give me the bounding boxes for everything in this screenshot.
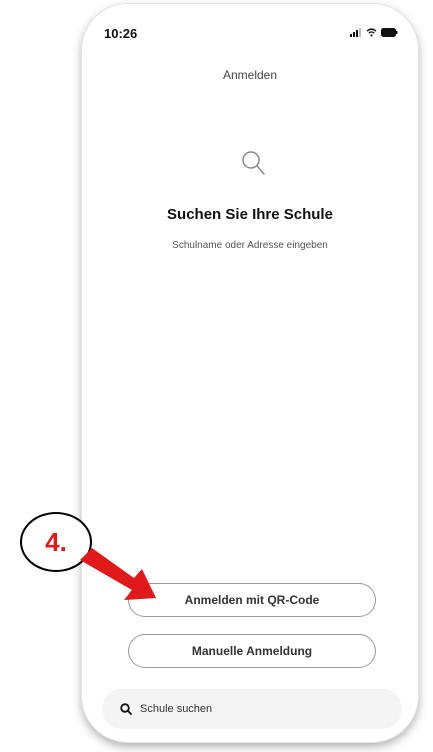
phone-frame: 10:26 Anmelden Suchen Sie Ihre Schule Sc… — [82, 4, 418, 742]
search-icon — [120, 703, 132, 715]
page-subtext: Schulname oder Adresse eingeben — [172, 240, 328, 251]
pointer-arrow-icon — [80, 548, 156, 600]
school-search-bar[interactable]: Schule suchen — [102, 689, 402, 729]
page-heading: Suchen Sie Ihre Schule — [167, 206, 333, 223]
status-icons — [350, 28, 398, 37]
status-time: 10:26 — [104, 26, 138, 41]
signal-icon — [350, 28, 361, 37]
status-bar: 10:26 — [82, 4, 418, 48]
search-bar-label: Schule suchen — [140, 703, 213, 715]
search-icon — [242, 151, 265, 175]
nav-title: Anmelden — [222, 68, 278, 82]
wifi-icon — [366, 28, 377, 37]
manual-login-button[interactable]: Manuelle Anmeldung — [128, 634, 376, 668]
battery-icon — [381, 28, 398, 37]
